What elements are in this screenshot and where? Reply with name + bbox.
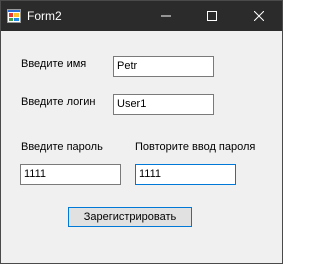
name-label: Введите имя [21,58,87,70]
close-icon [254,11,264,21]
window: Form2 Введите имя Petr Введите логин Use… [0,0,283,264]
repeat-password-input[interactable]: 1111 [135,164,236,185]
form-body: Введите имя Petr Введите логин User1 Вве… [1,31,282,263]
app-form-icon[interactable] [7,9,21,23]
password-input[interactable]: 1111 [20,164,121,185]
maximize-button[interactable] [189,1,235,31]
minimize-icon [161,15,171,17]
login-input[interactable]: User1 [113,94,214,115]
register-button[interactable]: Зарегистрировать [68,207,192,227]
minimize-button[interactable] [143,1,189,31]
name-input[interactable]: Petr [113,56,214,77]
login-label: Введите логин [21,96,96,108]
window-title: Form2 [27,9,62,23]
title-bar[interactable]: Form2 [1,1,282,31]
close-button[interactable] [236,1,282,31]
maximize-icon [207,11,217,21]
password-label: Введите пароль [21,141,103,153]
repeat-password-label: Повторите ввод пароля [135,141,256,153]
